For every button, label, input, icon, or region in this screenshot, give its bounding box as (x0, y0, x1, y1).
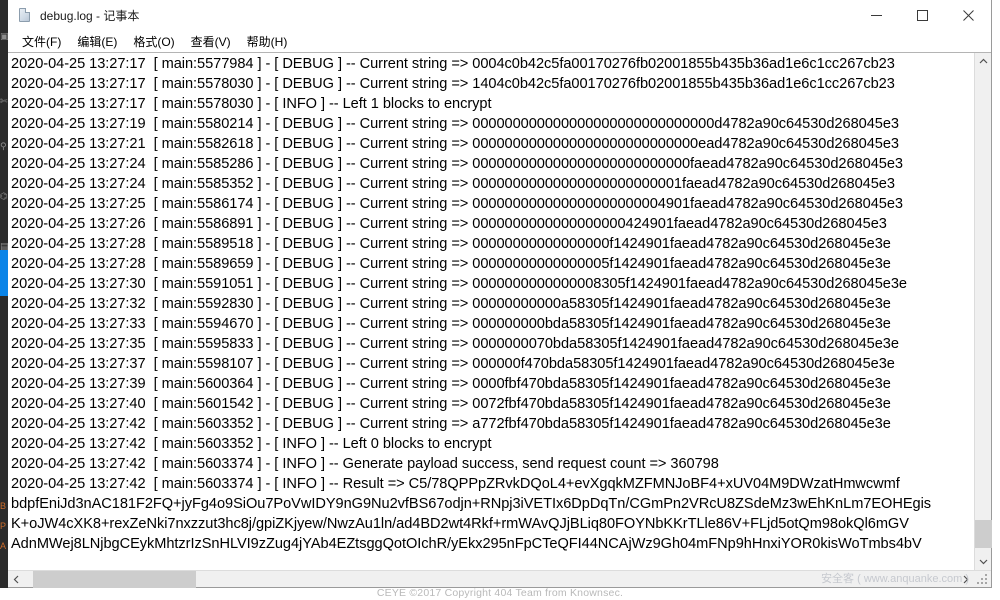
chevron-down-icon (979, 559, 988, 565)
close-button[interactable] (945, 0, 991, 30)
taskbar-bug-icon[interactable]: ⌬ (0, 190, 8, 202)
log-line: 2020-04-25 13:27:32 [ main:5592830 ] - [… (11, 296, 891, 312)
vertical-scrollbar[interactable] (974, 53, 992, 570)
menu-item-view-label: 查看(V) (190, 34, 231, 49)
log-line: 2020-04-25 13:27:42 [ main:5603352 ] - [… (11, 416, 891, 432)
taskbar-strip[interactable]: ▣ ✄ ⚲ ⌬ ▤ B P A (0, 0, 8, 588)
menu-item-edit[interactable]: 编辑(E) (69, 31, 125, 53)
menu-item-view[interactable]: 查看(V) (183, 31, 239, 53)
horizontal-scroll-track[interactable] (25, 571, 957, 588)
log-line: 2020-04-25 13:27:17 [ main:5577984 ] - [… (11, 56, 895, 72)
horizontal-scrollbar[interactable]: 安全客 ( www.anquanke.com ) (8, 570, 991, 588)
log-line: 2020-04-25 13:27:26 [ main:5586891 ] - [… (11, 216, 887, 232)
taskbar-p-icon[interactable]: P (0, 520, 8, 532)
taskbar-scissors-icon[interactable]: ✄ (0, 95, 8, 107)
log-line: 2020-04-25 13:27:19 [ main:5580214 ] - [… (11, 116, 899, 132)
minimize-icon (870, 14, 882, 16)
maximize-icon (916, 9, 928, 21)
menu-bar: 文件(F) 编辑(E) 格式(O) 查看(V) 帮助(H) (8, 31, 991, 52)
log-line: 2020-04-25 13:27:30 [ main:5591051 ] - [… (11, 276, 907, 292)
scroll-up-button[interactable] (975, 53, 992, 70)
menu-item-help[interactable]: 帮助(H) (239, 31, 296, 53)
vertical-scroll-thumb[interactable] (975, 520, 992, 548)
log-line: 2020-04-25 13:27:42 [ main:5603374 ] - [… (11, 476, 900, 492)
taskbar-b-icon[interactable]: B (0, 500, 8, 512)
editor-row: 2020-04-25 13:27:17 [ main:5577984 ] - [… (8, 53, 992, 570)
window-controls (853, 0, 991, 30)
editor-region: 2020-04-25 13:27:17 [ main:5577984 ] - [… (8, 52, 992, 588)
log-line: 2020-04-25 13:27:33 [ main:5594670 ] - [… (11, 316, 891, 332)
title-bar[interactable]: debug.log - 记事本 (8, 0, 991, 31)
menu-item-file[interactable]: 文件(F) (14, 31, 69, 53)
log-line: 2020-04-25 13:27:28 [ main:5589659 ] - [… (11, 256, 891, 272)
chevron-left-icon (13, 575, 19, 584)
log-line: 2020-04-25 13:27:35 [ main:5595833 ] - [… (11, 336, 899, 352)
menu-item-edit-label: 编辑(E) (77, 34, 118, 49)
chevron-up-icon (979, 58, 988, 64)
taskbar-a-icon[interactable]: A (0, 540, 8, 552)
notepad-document-icon (17, 7, 33, 23)
taskbar-key-icon[interactable]: ⚲ (0, 140, 8, 152)
log-line: 2020-04-25 13:27:37 [ main:5598107 ] - [… (11, 356, 895, 372)
vertical-scroll-track[interactable] (975, 70, 992, 553)
log-line: 2020-04-25 13:27:21 [ main:5582618 ] - [… (11, 136, 899, 152)
log-line: 2020-04-25 13:27:25 [ main:5586174 ] - [… (11, 196, 903, 212)
window-title: debug.log - 记事本 (40, 8, 140, 23)
menu-item-format-label: 格式(O) (133, 34, 175, 49)
log-line: 2020-04-25 13:27:17 [ main:5578030 ] - [… (11, 76, 895, 92)
taskbar-window-icon[interactable]: ▣ (0, 30, 8, 42)
maximize-button[interactable] (899, 0, 945, 30)
title-bar-left: debug.log - 记事本 (8, 7, 139, 24)
log-line: 2020-04-25 13:27:24 [ main:5585286 ] - [… (11, 156, 903, 172)
close-icon (962, 9, 974, 21)
scroll-down-button[interactable] (975, 553, 992, 570)
log-line: 2020-04-25 13:27:39 [ main:5600364 ] - [… (11, 376, 891, 392)
log-line: 2020-04-25 13:27:42 [ main:5603352 ] - [… (11, 436, 492, 452)
log-line: bdpfEniJd3nAC181F2FQ+jyFg4o9SiOu7PoVwIDY… (11, 496, 932, 512)
log-line: 2020-04-25 13:27:42 [ main:5603374 ] - [… (11, 456, 719, 472)
taskbar-active-item[interactable] (0, 250, 8, 296)
log-line: 2020-04-25 13:27:17 [ main:5578030 ] - [… (11, 96, 492, 112)
log-line: 2020-04-25 13:27:24 [ main:5585352 ] - [… (11, 176, 895, 192)
log-text-area[interactable]: 2020-04-25 13:27:17 [ main:5577984 ] - [… (8, 53, 974, 570)
menu-item-help-label: 帮助(H) (246, 34, 288, 49)
chevron-right-icon (963, 575, 969, 584)
menu-item-file-label: 文件(F) (22, 34, 62, 49)
log-line: K+oJW4cXK8+rexZeNki7nxzzut3hc8j/gpiZKjye… (11, 516, 909, 532)
notepad-window: debug.log - 记事本 文件(F) 编辑(E) 格式(O) 查看(V) … (8, 0, 992, 588)
log-line: AdnMWej8LNjbgCEykMhtzrIzSnHLVI9zZug4jYAb… (11, 536, 922, 552)
log-line: 2020-04-25 13:27:40 [ main:5601542 ] - [… (11, 396, 891, 412)
minimize-button[interactable] (853, 0, 899, 30)
footer-watermark: CEYE ©2017 Copyright 404 Team from Known… (376, 587, 624, 599)
log-line: 2020-04-25 13:27:28 [ main:5589518 ] - [… (11, 236, 891, 252)
menu-item-format[interactable]: 格式(O) (125, 31, 182, 53)
desktop-background: ▣ ✄ ⚲ ⌬ ▤ B P A debug.log - 记事本 文件(F) 编辑… (0, 0, 1000, 600)
